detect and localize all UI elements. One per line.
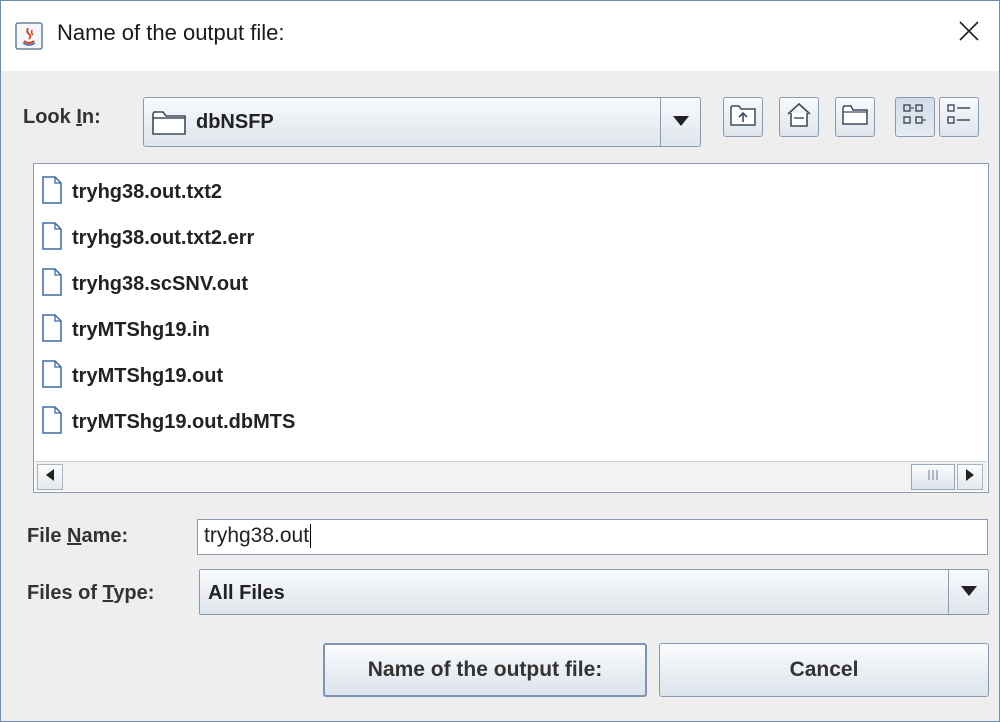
file-type-value: All Files <box>208 582 285 604</box>
file-type-label: Files of Type: <box>27 582 155 604</box>
new-folder-icon <box>842 104 868 131</box>
close-icon <box>958 20 980 47</box>
list-view-icon <box>902 102 928 133</box>
look-in-combobox[interactable]: dbNSFP <box>143 97 701 147</box>
chevron-down-icon <box>672 113 689 131</box>
look-in-dropdown-arrow[interactable] <box>660 98 700 146</box>
up-folder-icon <box>730 103 756 132</box>
text-caret <box>310 524 312 549</box>
file-icon <box>42 359 62 393</box>
file-icon <box>42 267 62 301</box>
file-name-input[interactable]: tryhg38.out <box>197 519 988 555</box>
new-folder-button[interactable] <box>835 97 875 137</box>
file-icon <box>42 175 62 209</box>
grip-icon <box>927 468 939 486</box>
cancel-button[interactable]: Cancel <box>659 643 989 697</box>
file-list[interactable]: tryhg38.out.txt2 tryhg38.out.txt2.err tr… <box>33 163 989 493</box>
home-button[interactable] <box>779 97 819 137</box>
list-item[interactable]: tryhg38.scSNV.out <box>42 266 248 302</box>
folder-icon <box>152 110 186 141</box>
list-item[interactable]: tryMTShg19.out <box>42 358 223 394</box>
scroll-right-button[interactable] <box>957 464 983 490</box>
home-icon <box>786 102 812 133</box>
details-view-icon <box>946 102 972 133</box>
scroll-left-button[interactable] <box>37 464 63 490</box>
up-one-level-button[interactable] <box>723 97 763 137</box>
file-name-label: File Name: <box>27 525 129 547</box>
file-chooser-dialog: Name of the output file: Look In: dbNSFP <box>0 0 1000 722</box>
chevron-left-icon <box>46 468 54 486</box>
file-name: tryMTShg19.in <box>72 318 210 341</box>
list-view-button[interactable] <box>895 97 935 137</box>
look-in-label: Look In: <box>23 106 101 128</box>
file-icon <box>42 313 62 347</box>
file-name: tryMTShg19.out <box>72 364 224 387</box>
file-name-value: tryhg38.out <box>204 524 310 547</box>
scrollbar-thumb[interactable] <box>911 464 955 490</box>
java-icon <box>15 22 43 50</box>
close-button[interactable] <box>947 11 991 55</box>
file-icon <box>42 405 62 439</box>
file-name: tryhg38.scSNV.out <box>72 272 248 295</box>
title-bar[interactable]: Name of the output file: <box>1 1 999 71</box>
chevron-right-icon <box>966 468 974 486</box>
file-name: tryhg38.out.txt2 <box>72 180 223 203</box>
approve-button[interactable]: Name of the output file: <box>323 643 647 697</box>
dialog-title: Name of the output file: <box>57 20 285 45</box>
file-type-dropdown-arrow[interactable] <box>948 570 988 614</box>
list-item[interactable]: tryhg38.out.txt2 <box>42 174 222 210</box>
chevron-down-icon <box>960 583 977 601</box>
file-type-combobox[interactable]: All Files <box>199 569 989 615</box>
list-item[interactable]: tryMTShg19.in <box>42 312 210 348</box>
list-item[interactable]: tryMTShg19.out.dbMTS <box>42 404 295 440</box>
horizontal-scrollbar[interactable] <box>35 461 987 491</box>
list-item[interactable]: tryhg38.out.txt2.err <box>42 220 254 256</box>
file-icon <box>42 221 62 255</box>
details-view-button[interactable] <box>939 97 979 137</box>
look-in-value: dbNSFP <box>196 111 274 133</box>
file-name: tryMTShg19.out.dbMTS <box>72 410 296 433</box>
file-name: tryhg38.out.txt2.err <box>72 226 255 249</box>
